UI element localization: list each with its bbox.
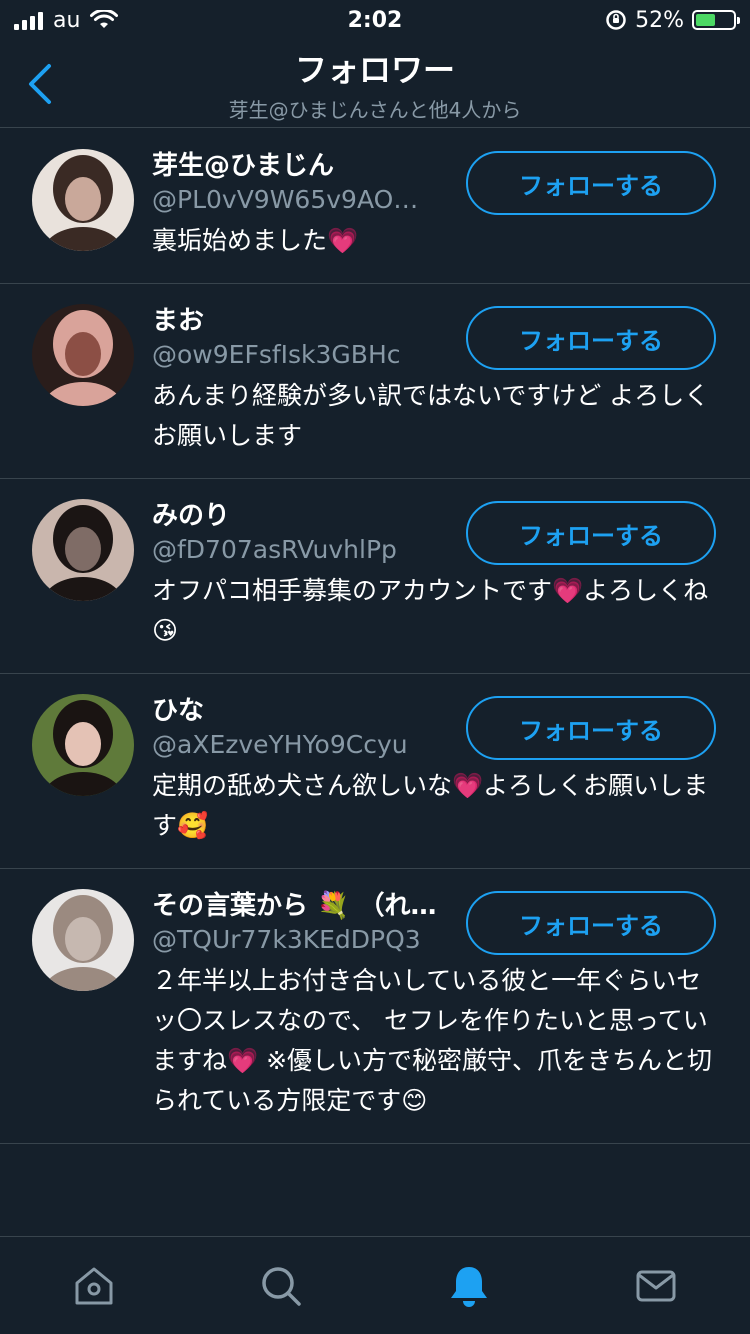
avatar-image — [32, 499, 134, 601]
follow-button[interactable]: フォローする — [466, 306, 716, 370]
follow-button[interactable]: フォローする — [466, 501, 716, 565]
follow-button[interactable]: フォローする — [466, 891, 716, 955]
avatar[interactable] — [32, 149, 134, 251]
follower-row[interactable]: 芽生@ひまじん @PL0vV9W65v9AO… 裏垢始めました💗 フォローする — [0, 129, 750, 284]
wifi-icon — [90, 10, 119, 28]
follower-handle: @fD707asRVuvhlPp — [152, 535, 397, 564]
tab-search[interactable] — [251, 1256, 311, 1316]
follower-handle: @PL0vV9W65v9AO… — [152, 185, 419, 214]
battery-icon — [692, 10, 740, 30]
follower-name: まお — [152, 306, 205, 336]
follower-bio: ２年半以上お付き合いしている彼と一年ぐらいセッ〇スレスなので、 セフレを作りたい… — [152, 966, 713, 1115]
follower-name: ひな — [152, 696, 205, 726]
follower-bio: 定期の舐め犬さん欲しいな💗よろしくお願いします🥰 — [152, 771, 709, 840]
avatar[interactable] — [32, 304, 134, 406]
avatar[interactable] — [32, 499, 134, 601]
mail-icon — [636, 1270, 676, 1301]
follower-list: 芽生@ひまじん @PL0vV9W65v9AO… 裏垢始めました💗 フォローする まお @o… — [0, 129, 750, 1144]
page-subtitle: 芽生@ひまじんさんと他4人から — [228, 98, 522, 122]
status-left: au — [14, 7, 119, 33]
follower-handle: @ow9EFsfIsk3GBHc — [152, 340, 401, 369]
tab-messages[interactable] — [626, 1256, 686, 1316]
back-button[interactable] — [22, 62, 58, 106]
tab-home[interactable] — [64, 1256, 124, 1316]
avatar-image — [32, 889, 134, 991]
orientation-lock-icon — [606, 10, 626, 30]
follower-name: みのり — [152, 501, 231, 531]
avatar[interactable] — [32, 889, 134, 991]
chevron-left-icon — [29, 64, 51, 104]
follower-bio: あんまり経験が多い訳ではないですけど よろしくお願いします — [152, 381, 710, 450]
carrier-label: au — [53, 7, 81, 33]
avatar-image — [32, 694, 134, 796]
avatar[interactable] — [32, 694, 134, 796]
cellular-signal-icon — [14, 10, 43, 30]
follower-bio: 裏垢始めました💗 — [152, 226, 359, 255]
follower-bio: オフパコ相手募集のアカウントです💗よろしくね😘 — [152, 576, 709, 645]
follower-row[interactable]: みのり @fD707asRVuvhlPp オフパコ相手募集のアカウントです💗よろしく… — [0, 479, 750, 674]
follow-button[interactable]: フォローする — [466, 696, 716, 760]
status-right: 52% — [605, 7, 740, 33]
follower-row[interactable]: ひな @aXEzveYHYo9Ccyu 定期の舐め犬さん欲しいな💗よろしくお願いしま… — [0, 674, 750, 869]
battery-fill — [696, 14, 715, 26]
home-icon — [75, 1267, 113, 1304]
status-bar: au 2:02 52% — [0, 0, 750, 40]
nav-header: フォロワー 芽生@ひまじんさんと他4人から — [0, 40, 750, 128]
follower-handle: @TQUr77k3KEdDPQ3 — [152, 925, 421, 954]
tab-bar — [0, 1236, 750, 1334]
avatar-image — [32, 149, 134, 251]
page-title: フォロワー — [294, 51, 455, 89]
follower-handle: @aXEzveYHYo9Ccyu — [152, 730, 408, 759]
follow-button[interactable]: フォローする — [466, 151, 716, 215]
avatar-image — [32, 304, 134, 406]
follower-row[interactable]: まお @ow9EFsfIsk3GBHc あんまり経験が多い訳ではないですけど よろし… — [0, 284, 750, 479]
search-icon — [262, 1266, 301, 1306]
bell-icon — [450, 1266, 487, 1307]
follower-name: 芽生@ひまじん — [152, 151, 335, 181]
follower-row[interactable]: その言葉から 💐 （れ… @TQUr77k3KEdDPQ3 ２年半以上お付き合いして… — [0, 869, 750, 1144]
follower-name: その言葉から 💐 （れ… — [152, 891, 437, 921]
battery-percent: 52% — [635, 7, 684, 33]
tab-notifications[interactable] — [439, 1256, 499, 1316]
